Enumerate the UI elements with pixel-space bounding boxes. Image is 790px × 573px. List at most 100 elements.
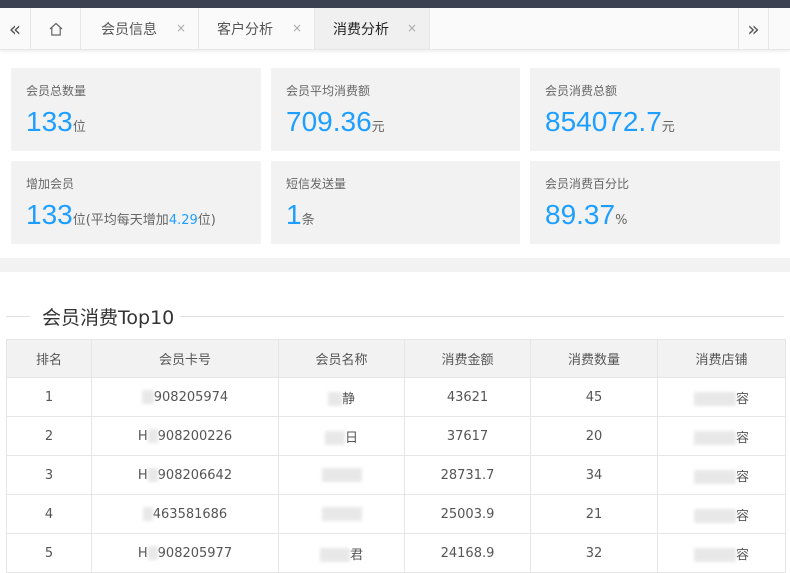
cell-name-value: 君 bbox=[349, 547, 363, 563]
stat-label: 会员总数量 bbox=[26, 84, 87, 98]
stat-value: 89.37% bbox=[545, 199, 627, 231]
cell-store-value: 容 bbox=[735, 469, 749, 485]
table-row[interactable]: 2 H 908200226 日 37617 20 容 bbox=[6, 416, 786, 456]
cell-card-prefix: H bbox=[137, 467, 148, 483]
cell-rank: 5 bbox=[6, 533, 92, 573]
cell-card-prefix: H bbox=[137, 428, 148, 444]
stat-label: 会员平均消费额 bbox=[286, 84, 371, 98]
cell-store: 容 bbox=[657, 494, 786, 534]
stat-label: 增加会员 bbox=[26, 177, 75, 191]
stat-label: 会员消费总额 bbox=[545, 84, 618, 98]
table-row[interactable]: 4 463581686 25003.9 21 容 bbox=[6, 494, 786, 534]
stat-number: 709.36 bbox=[286, 106, 372, 137]
cell-quantity: 21 bbox=[530, 494, 658, 534]
cell-quantity: 45 bbox=[530, 377, 658, 417]
cell-amount: 25003.9 bbox=[404, 494, 531, 534]
close-icon[interactable]: × bbox=[292, 21, 302, 35]
cell-quantity: 34 bbox=[530, 455, 658, 495]
top10-table: 排名 会员卡号 会员名称 消费金额 消费数量 消费店铺 1 908205974 … bbox=[6, 339, 786, 573]
cell-card-no: H 908205977 bbox=[91, 533, 279, 573]
cell-amount: 37617 bbox=[404, 416, 531, 456]
cell-rank: 4 bbox=[6, 494, 92, 534]
stat-value: 709.36元 bbox=[286, 106, 385, 138]
tab-label: 客户分析 bbox=[217, 21, 273, 38]
cell-member-name bbox=[278, 494, 405, 534]
tab-label: 消费分析 bbox=[333, 21, 389, 38]
stat-extra: (平均每天增加4.29位) bbox=[86, 213, 216, 228]
cell-card-prefix: H bbox=[137, 545, 148, 561]
cell-card-no: H 908200226 bbox=[91, 416, 279, 456]
stat-unit: 元 bbox=[661, 120, 675, 135]
stat-unit: 条 bbox=[301, 213, 315, 228]
tab-member-info[interactable]: 会员信息 × bbox=[81, 8, 199, 49]
stat-unit: 元 bbox=[371, 120, 385, 135]
stat-number: 854072.7 bbox=[545, 106, 662, 137]
window-top-strip bbox=[0, 0, 790, 8]
stat-number: 133 bbox=[26, 199, 73, 230]
cell-member-name: 君 bbox=[278, 533, 405, 573]
table-row[interactable]: 3 H 908206642 28731.7 34 容 bbox=[6, 455, 786, 495]
stat-number: 1 bbox=[286, 199, 302, 230]
tab-scroll-left-button[interactable]: « bbox=[0, 8, 31, 49]
close-icon[interactable]: × bbox=[407, 21, 417, 35]
header-member-name: 会员名称 bbox=[278, 339, 405, 378]
tab-customer-analysis[interactable]: 客户分析 × bbox=[199, 8, 315, 49]
cell-store: 容 bbox=[657, 533, 786, 573]
cell-store-value: 容 bbox=[735, 391, 749, 407]
stat-card-total-spend: 会员消费总额 854072.7元 bbox=[530, 68, 780, 151]
tab-label: 会员信息 bbox=[101, 21, 157, 38]
header-quantity: 消费数量 bbox=[530, 339, 658, 378]
cell-member-name bbox=[278, 455, 405, 495]
stat-card-spend-percent: 会员消费百分比 89.37% bbox=[530, 161, 780, 244]
section-header: 会员消费Top10 bbox=[6, 303, 784, 330]
stat-number: 89.37 bbox=[545, 199, 616, 230]
table-row[interactable]: 1 908205974 静 43621 45 容 bbox=[6, 377, 786, 417]
stat-extra-prefix: (平均每天增加 bbox=[85, 213, 169, 228]
cell-quantity: 32 bbox=[530, 533, 658, 573]
stat-label: 会员消费百分比 bbox=[545, 177, 630, 191]
cell-member-name: 日 bbox=[278, 416, 405, 456]
tab-home[interactable] bbox=[31, 8, 81, 49]
cell-amount: 43621 bbox=[404, 377, 531, 417]
cell-rank: 2 bbox=[6, 416, 92, 456]
cell-quantity: 20 bbox=[530, 416, 658, 456]
cell-member-name: 静 bbox=[278, 377, 405, 417]
cell-card-no: 908205974 bbox=[91, 377, 279, 417]
stat-card-new-members: 增加会员 133位(平均每天增加4.29位) bbox=[11, 161, 261, 244]
cell-store: 容 bbox=[657, 377, 786, 417]
header-card-no: 会员卡号 bbox=[91, 339, 279, 378]
cell-amount: 24168.9 bbox=[404, 533, 531, 573]
cell-card-value: 908206642 bbox=[157, 467, 233, 483]
cell-card-no: 463581686 bbox=[91, 494, 279, 534]
cell-rank: 3 bbox=[6, 455, 92, 495]
legend-line-right bbox=[176, 316, 784, 317]
stat-card-total-members: 会员总数量 133位 bbox=[11, 68, 261, 151]
stat-card-avg-spend: 会员平均消费额 709.36元 bbox=[271, 68, 520, 151]
cell-card-no: H 908206642 bbox=[91, 455, 279, 495]
stat-value: 133位 bbox=[26, 106, 86, 138]
header-amount: 消费金额 bbox=[404, 339, 531, 378]
cell-store-value: 容 bbox=[735, 547, 749, 563]
close-icon[interactable]: × bbox=[176, 21, 186, 35]
cell-store-value: 容 bbox=[735, 508, 749, 524]
cell-store: 容 bbox=[657, 416, 786, 456]
cell-name-value: 日 bbox=[344, 430, 358, 446]
cell-amount: 28731.7 bbox=[404, 455, 531, 495]
table-row[interactable]: 5 H 908205977 君 24168.9 32 容 bbox=[6, 533, 786, 573]
cell-card-value: 908200226 bbox=[157, 428, 233, 444]
stat-label: 短信发送量 bbox=[286, 177, 347, 191]
cell-card-value: 463581686 bbox=[152, 506, 228, 522]
stat-card-sms-sent: 短信发送量 1条 bbox=[271, 161, 520, 244]
legend-line-left bbox=[6, 316, 30, 317]
section-title: 会员消费Top10 bbox=[36, 303, 181, 330]
stat-value: 1条 bbox=[286, 199, 315, 231]
header-store: 消费店铺 bbox=[657, 339, 786, 378]
cell-rank: 1 bbox=[6, 377, 92, 417]
stat-value: 133位(平均每天增加4.29位) bbox=[26, 199, 216, 231]
header-rank: 排名 bbox=[6, 339, 92, 378]
cell-card-value: 908205974 bbox=[153, 389, 229, 405]
cell-store: 容 bbox=[657, 455, 786, 495]
tab-consumption-analysis[interactable]: 消费分析 × bbox=[315, 8, 430, 49]
cell-store-value: 容 bbox=[735, 430, 749, 446]
tab-scroll-right-button[interactable]: » bbox=[738, 8, 769, 49]
